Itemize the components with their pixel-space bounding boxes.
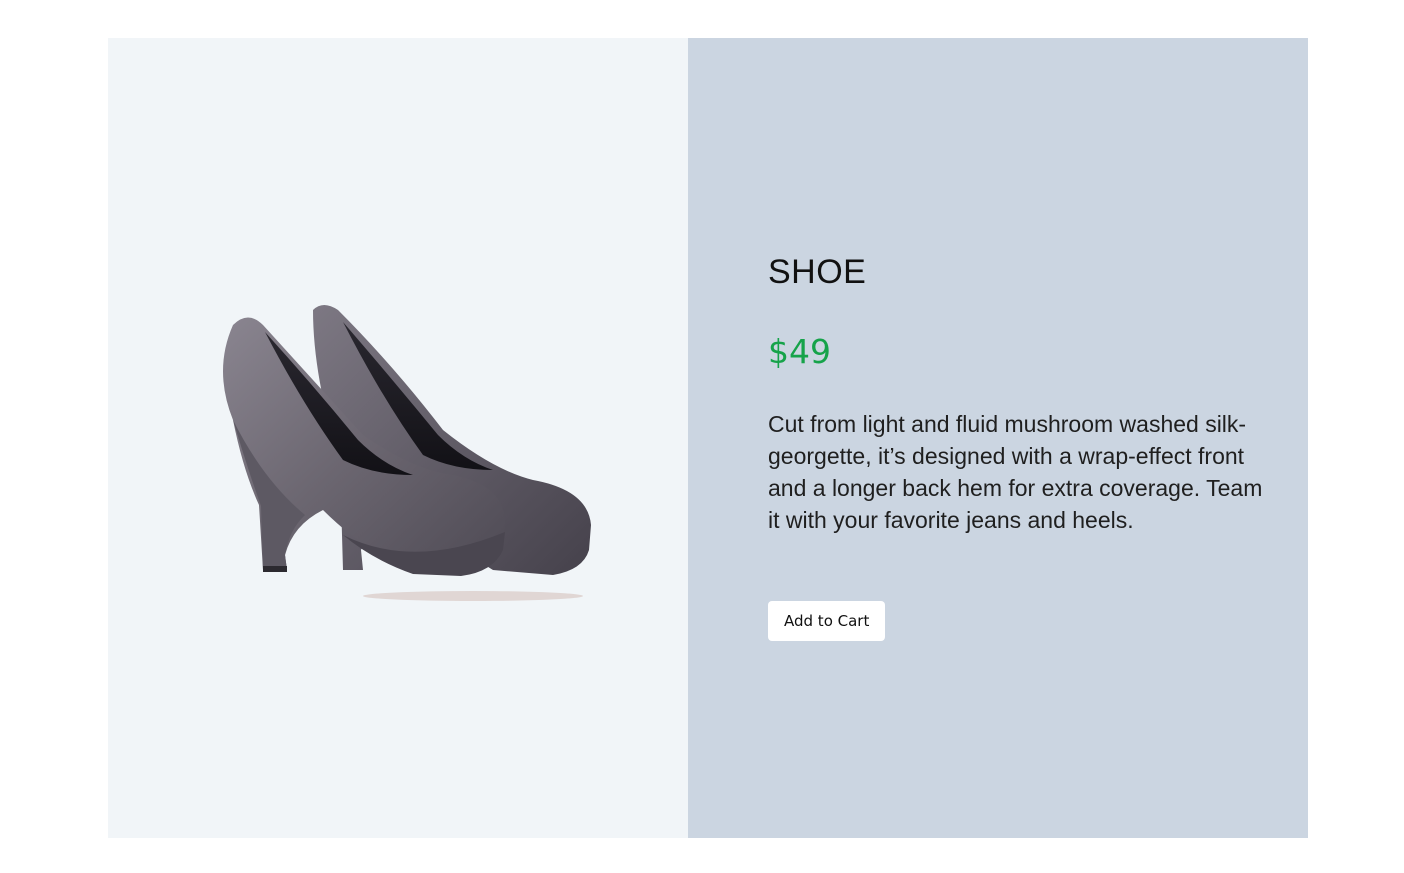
product-image-panel <box>108 38 688 838</box>
shoe-illustration <box>223 305 591 601</box>
product-info-panel: SHOE $49 Cut from light and fluid mushro… <box>688 38 1308 838</box>
product-description: Cut from light and fluid mushroom washed… <box>768 411 1263 533</box>
add-to-cart-button[interactable]: Add to Cart <box>768 601 886 641</box>
product-details: SHOE $49 Cut from light and fluid mushro… <box>768 252 1278 641</box>
product-title: SHOE <box>768 253 867 291</box>
product-image <box>193 270 603 610</box>
product-card: SHOE $49 Cut from light and fluid mushro… <box>108 38 1308 838</box>
product-price: $49 <box>768 332 831 371</box>
